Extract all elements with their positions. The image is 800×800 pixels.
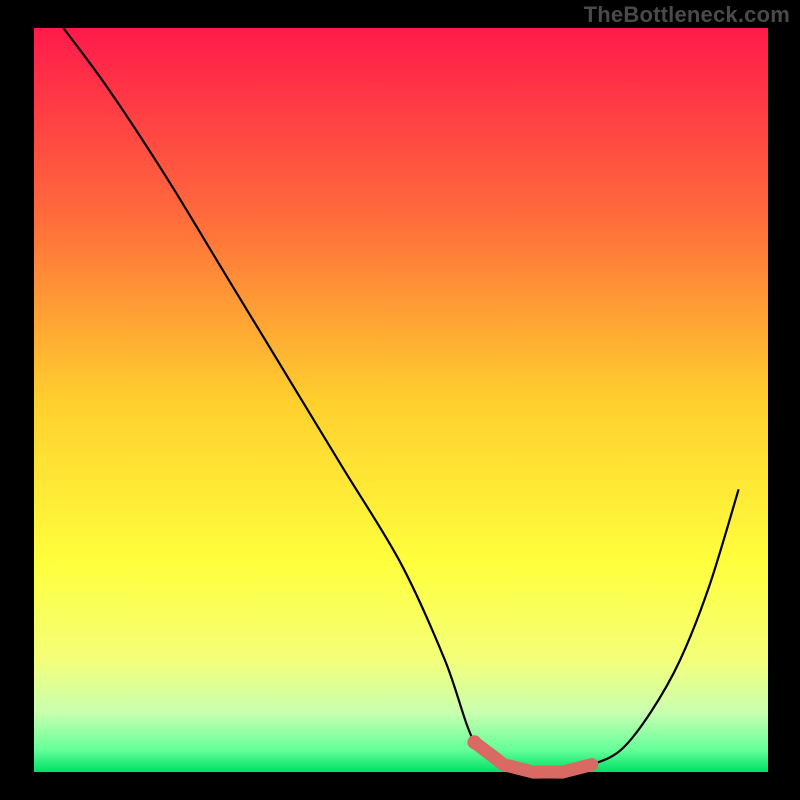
bottleneck-chart <box>0 0 800 800</box>
optimal-range-start-dot <box>467 735 481 749</box>
watermark-text: TheBottleneck.com <box>584 2 790 28</box>
plot-background <box>34 28 768 772</box>
chart-frame: TheBottleneck.com <box>0 0 800 800</box>
